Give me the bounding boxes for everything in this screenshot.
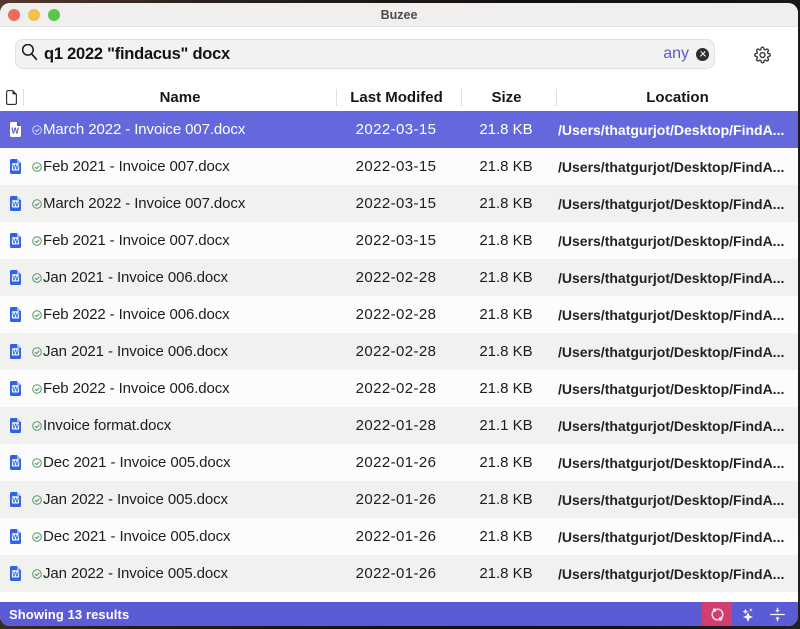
svg-text:W: W: [12, 535, 19, 542]
svg-text:W: W: [12, 165, 19, 172]
svg-text:W: W: [12, 498, 19, 505]
svg-text:W: W: [12, 572, 19, 579]
svg-text:W: W: [12, 461, 19, 468]
svg-text:W: W: [12, 202, 19, 209]
svg-text:W: W: [12, 313, 19, 320]
svg-text:W: W: [12, 276, 19, 283]
svg-text:W: W: [12, 424, 19, 431]
svg-text:W: W: [12, 350, 19, 357]
svg-text:W: W: [12, 387, 19, 394]
svg-text:W: W: [11, 127, 19, 136]
svg-text:W: W: [12, 239, 19, 246]
